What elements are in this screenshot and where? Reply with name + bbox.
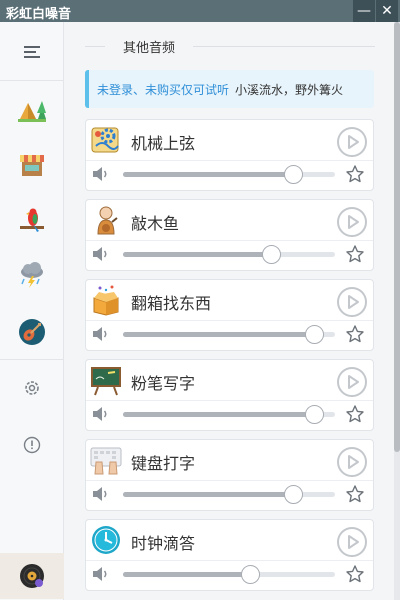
- sound-name: 机械上弦: [131, 134, 196, 153]
- parrot-icon: [20, 208, 44, 232]
- play-button[interactable]: [336, 446, 368, 478]
- sound-card: 敲木鱼: [85, 199, 374, 271]
- sidebar-item-weather[interactable]: [0, 255, 64, 295]
- sound-card: 粉笔写字: [85, 359, 374, 431]
- volume-slider-handle[interactable]: [304, 325, 324, 344]
- volume-icon[interactable]: [92, 566, 110, 582]
- sidebar-info-button[interactable]: [0, 425, 64, 465]
- sound-card: 时钟滴答: [85, 519, 374, 591]
- sound-name: 翻箱找东西: [131, 294, 212, 313]
- sound-card: 翻箱找东西: [85, 279, 374, 351]
- sound-name: 敲木鱼: [131, 214, 180, 233]
- main-content: 其他音频 未登录、未购买仅可试听 小溪流水，野外篝火 机械上弦 敲木鱼 翻箱找东…: [65, 22, 392, 600]
- thunderstorm-icon: [21, 262, 43, 288]
- scrollbar[interactable]: [394, 22, 400, 600]
- favorite-star-icon[interactable]: [345, 564, 365, 584]
- camping-icon: [18, 101, 46, 122]
- trial-notice: 未登录、未购买仅可试听 小溪流水，野外篝火: [85, 70, 374, 108]
- favorite-star-icon[interactable]: [345, 164, 365, 184]
- open-box-icon: [93, 285, 119, 316]
- volume-slider[interactable]: [123, 485, 335, 504]
- market-stall-icon: [20, 155, 44, 176]
- play-button[interactable]: [336, 206, 368, 238]
- notice-free-tracks: 小溪流水，野外篝火: [235, 82, 344, 97]
- volume-icon[interactable]: [92, 246, 110, 262]
- volume-slider-handle[interactable]: [241, 565, 261, 584]
- sound-card: 键盘打字: [85, 439, 374, 511]
- sidebar-item-music[interactable]: [0, 312, 64, 352]
- volume-icon[interactable]: [92, 486, 110, 502]
- info-icon: [23, 436, 41, 454]
- sidebar-menu-button[interactable]: [0, 32, 64, 72]
- minimize-button[interactable]: —: [353, 0, 375, 22]
- vinyl-record-icon: [20, 564, 44, 588]
- volume-slider-handle[interactable]: [304, 405, 324, 424]
- close-button[interactable]: ✕: [376, 0, 398, 22]
- sidebar-item-birds[interactable]: [0, 200, 64, 240]
- notice-text: 未登录、未购买仅可试听: [97, 82, 230, 97]
- play-button[interactable]: [336, 286, 368, 318]
- favorite-star-icon[interactable]: [345, 404, 365, 424]
- volume-icon[interactable]: [92, 406, 110, 422]
- volume-icon[interactable]: [92, 326, 110, 342]
- section-header: 其他音频: [85, 36, 375, 56]
- play-button[interactable]: [336, 126, 368, 158]
- volume-slider-handle[interactable]: [283, 485, 303, 504]
- volume-slider-handle[interactable]: [283, 165, 303, 184]
- now-playing-button[interactable]: [0, 553, 64, 599]
- keyboard-typing-icon: [90, 447, 122, 475]
- mechanical-gear-icon: [91, 127, 119, 153]
- sound-card: 机械上弦: [85, 119, 374, 191]
- sound-name: 粉笔写字: [131, 374, 196, 393]
- clock-icon: [92, 526, 120, 554]
- sound-name: 键盘打字: [131, 454, 196, 473]
- sidebar: [0, 22, 64, 600]
- volume-slider-handle[interactable]: [262, 245, 282, 264]
- guitar-icon: [19, 319, 45, 345]
- volume-slider[interactable]: [123, 165, 335, 184]
- settings-icon: [25, 381, 39, 395]
- volume-slider[interactable]: [123, 325, 335, 344]
- favorite-star-icon[interactable]: [345, 484, 365, 504]
- monk-woodfish-icon: [97, 206, 118, 235]
- favorite-star-icon[interactable]: [345, 324, 365, 344]
- menu-icon: [24, 46, 40, 58]
- favorite-star-icon[interactable]: [345, 244, 365, 264]
- play-button[interactable]: [336, 366, 368, 398]
- play-button[interactable]: [336, 526, 368, 558]
- sidebar-settings-button[interactable]: [0, 368, 64, 408]
- sidebar-item-camping[interactable]: [0, 90, 64, 130]
- section-title: 其他音频: [123, 40, 176, 56]
- sidebar-item-market[interactable]: [0, 145, 64, 185]
- sound-name: 时钟滴答: [131, 534, 196, 553]
- app-title: 彩虹白噪音: [6, 7, 72, 22]
- volume-icon[interactable]: [92, 166, 110, 182]
- volume-slider[interactable]: [123, 245, 335, 264]
- chalkboard-icon: [91, 367, 121, 396]
- volume-slider[interactable]: [123, 565, 335, 584]
- volume-slider[interactable]: [123, 405, 335, 424]
- title-bar: 彩虹白噪音 — ✕: [0, 0, 400, 22]
- scrollbar-thumb[interactable]: [394, 22, 400, 452]
